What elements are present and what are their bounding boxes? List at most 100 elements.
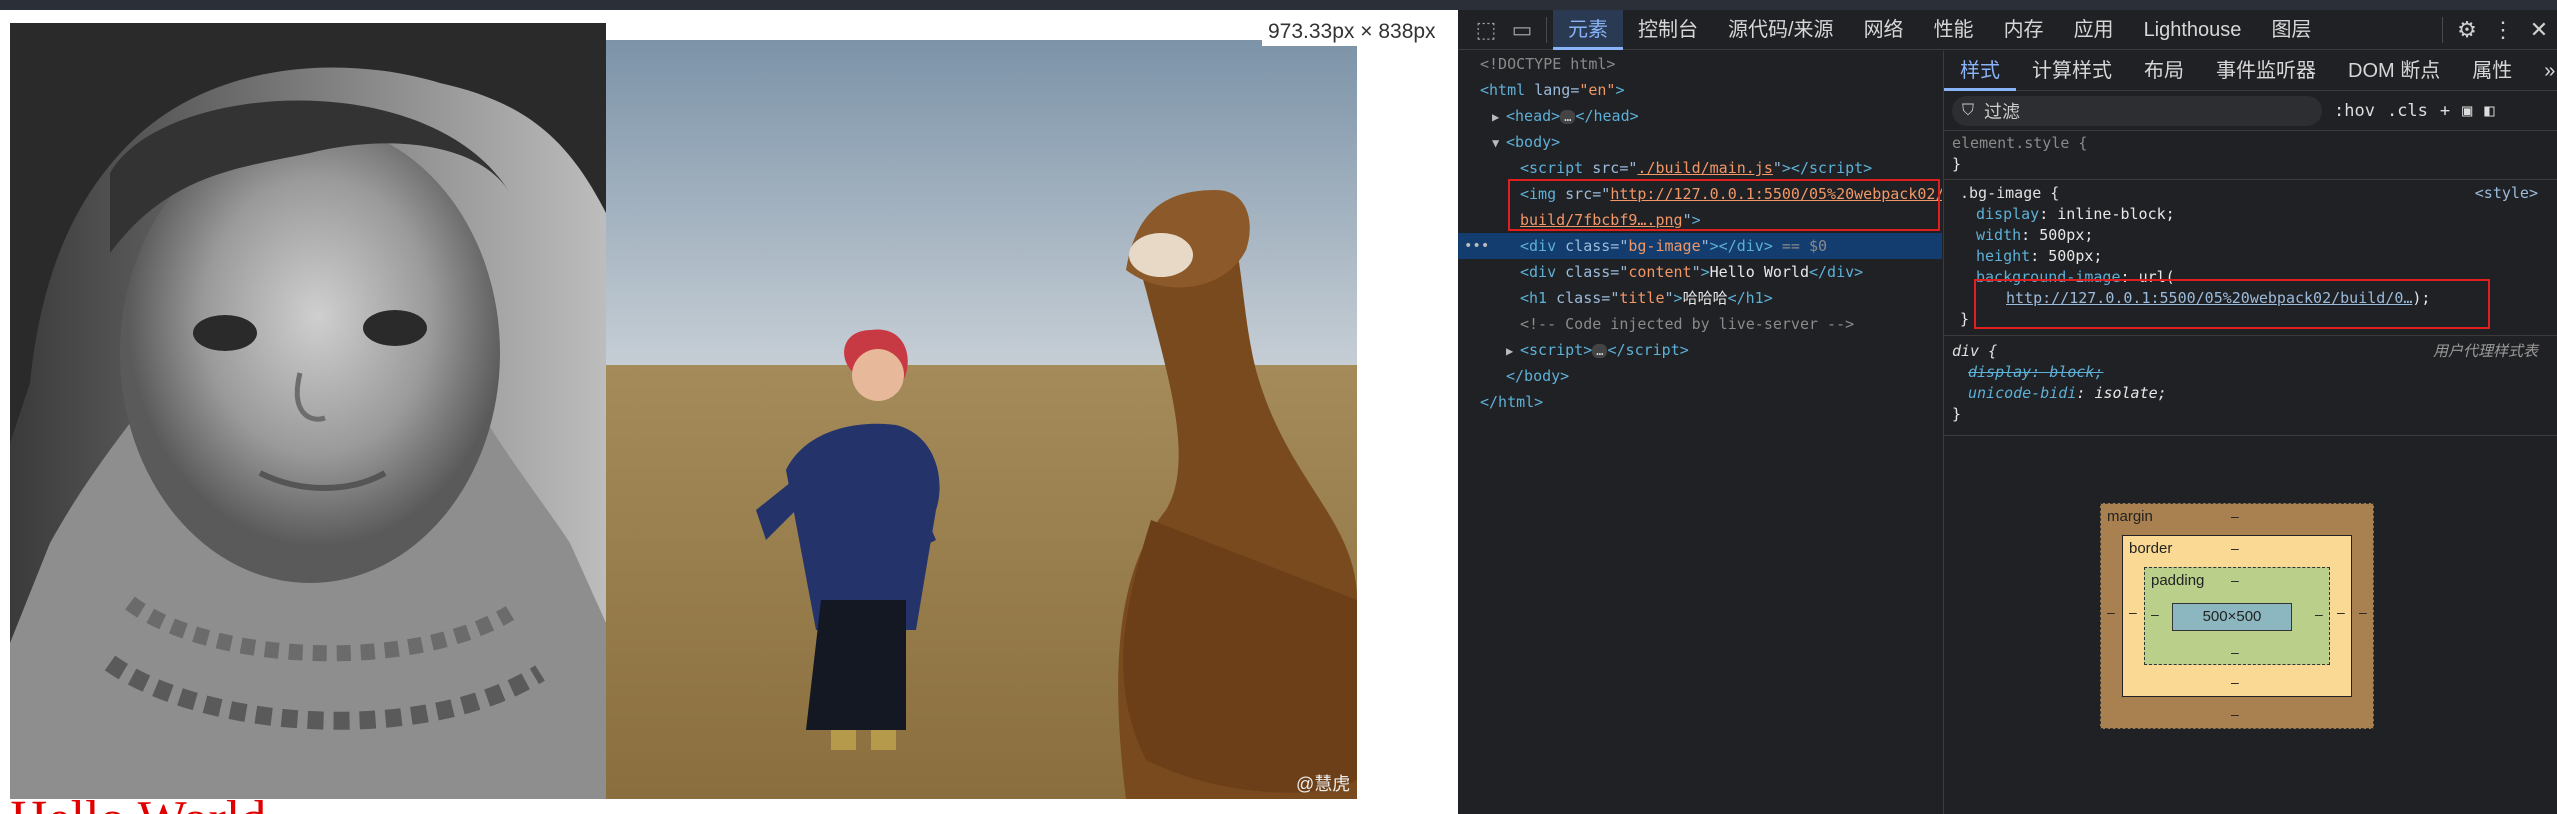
more-menu-icon[interactable]: ⋮	[2485, 10, 2521, 50]
margin-left-value[interactable]: –	[2107, 604, 2115, 620]
margin-bottom-value[interactable]: –	[2231, 706, 2239, 722]
prop-value[interactable]: inline-block;	[2057, 205, 2174, 223]
styles-filter-row: ⛉ 过滤 :hov .cls + ▣ ◧	[1944, 91, 2557, 131]
tab-lighthouse[interactable]: Lighthouse	[2129, 10, 2257, 50]
styles-subtabs: 样式 计算样式 布局 事件监听器 DOM 断点 属性 »	[1944, 51, 2557, 91]
paint-icon[interactable]: ▣	[2462, 101, 2472, 121]
style-source-link[interactable]: <style>	[2475, 183, 2538, 204]
prop-height[interactable]: height: 500px;	[1960, 246, 2557, 267]
hov-toggle[interactable]: :hov	[2334, 101, 2375, 121]
padding-bottom-value[interactable]: –	[2231, 644, 2239, 660]
html-lang-attr: lang	[1534, 81, 1571, 99]
margin-top-value[interactable]: –	[2231, 508, 2239, 524]
collapse-triangle-icon[interactable]: ▼	[1492, 130, 1506, 156]
expand-triangle-icon[interactable]: ▶	[1506, 338, 1520, 364]
dom-script-main[interactable]: <script src="./build/main.js"></script>	[1458, 155, 1942, 181]
row-actions-icon[interactable]: •••	[1464, 233, 1489, 259]
page-viewport: @慧虎 973.33px × 838px Hello World	[0, 10, 1458, 814]
more-tabs-icon[interactable]: »	[2528, 51, 2557, 91]
dom-div-content[interactable]: <div class="content">Hello World</div>	[1458, 259, 1942, 285]
collapsed-ellipsis-icon[interactable]: …	[1560, 109, 1576, 124]
border-top-value[interactable]: –	[2231, 540, 2239, 556]
body-tag-name: body	[1515, 133, 1552, 151]
padding-right-value[interactable]: –	[2315, 606, 2323, 622]
head-close-tag: head	[1593, 107, 1630, 125]
device-toolbar-icon[interactable]: ▭	[1504, 10, 1540, 50]
body-close-tag: </body>	[1506, 367, 1570, 385]
dom-head[interactable]: ▶ <head>… </head>	[1458, 103, 1942, 129]
camel-laughing-image: @慧虎	[606, 40, 1357, 799]
padding-top-value[interactable]: –	[2231, 572, 2239, 588]
dom-div-bg-image-selected[interactable]: ••• <div class="bg-image"></div> == $0	[1458, 233, 1942, 259]
prop-value: block;	[2049, 363, 2104, 381]
doctype-text: <!DOCTYPE html>	[1480, 55, 1616, 73]
dom-body-close[interactable]: </body>	[1458, 363, 1942, 389]
subtab-properties[interactable]: 属性	[2456, 51, 2528, 91]
tab-layers[interactable]: 图层	[2256, 10, 2326, 50]
padding-left-value[interactable]: –	[2151, 606, 2159, 622]
bg-image-class-value: bg-image	[1628, 237, 1701, 255]
tab-sources[interactable]: 源代码/来源	[1713, 10, 1849, 50]
subtab-event-listeners[interactable]: 事件监听器	[2200, 51, 2332, 91]
tab-network[interactable]: 网络	[1849, 10, 1919, 50]
prop-width[interactable]: width: 500px;	[1960, 225, 2557, 246]
prop-value[interactable]: 500px;	[2039, 226, 2093, 244]
dom-comment[interactable]: <!-- Code injected by live-server -->	[1458, 311, 1942, 337]
dom-h1-title[interactable]: <h1 class="title">哈哈哈</h1>	[1458, 285, 1942, 311]
tab-performance[interactable]: 性能	[1919, 10, 1989, 50]
tab-application[interactable]: 应用	[2059, 10, 2129, 50]
border-left-value[interactable]: –	[2129, 604, 2137, 620]
dom-html-open[interactable]: <html lang="en">	[1458, 77, 1942, 103]
gear-icon[interactable]: ⚙	[2449, 10, 2485, 50]
prop-name: unicode-bidi	[1968, 384, 2077, 402]
subtab-layout[interactable]: 布局	[2128, 51, 2200, 91]
prop-name: display	[1976, 205, 2040, 223]
prop-value: isolate;	[2094, 384, 2167, 402]
devtools-toolbar: ⬚ ▭ 元素 控制台 源代码/来源 网络 性能 内存 应用 Lighthouse…	[1458, 9, 2557, 50]
prop-name: width	[1976, 226, 2022, 244]
box-model-content[interactable]: 500×500	[2172, 603, 2292, 631]
dom-body-open[interactable]: ▼ <body>	[1458, 129, 1942, 155]
browser-top-strip	[0, 0, 2557, 10]
subtab-styles[interactable]: 样式	[1944, 51, 2016, 91]
bg-image-rule-close: }	[1960, 310, 1970, 328]
html-lang-value: "en"	[1579, 81, 1616, 99]
new-rule-icon[interactable]: +	[2440, 101, 2450, 121]
ua-div-rule[interactable]: div {用户代理样式表 display: block; unicode-bid…	[1944, 341, 2557, 425]
tab-elements[interactable]: 元素	[1553, 9, 1623, 50]
collapsed-ellipsis-icon[interactable]: …	[1592, 343, 1608, 358]
cls-toggle[interactable]: .cls	[2387, 101, 2428, 121]
border-label: border	[2129, 540, 2173, 557]
margin-right-value[interactable]: –	[2359, 604, 2367, 620]
close-icon[interactable]: ✕	[2521, 10, 2557, 50]
prop-display[interactable]: display: inline-block;	[1960, 204, 2557, 225]
title-class-value: title	[1619, 289, 1665, 307]
element-style-rule[interactable]: element.style { }	[1944, 133, 2557, 175]
tab-memory[interactable]: 内存	[1989, 10, 2059, 50]
styles-filter-input[interactable]: ⛉ 过滤	[1952, 95, 2322, 126]
image-watermark: @慧虎	[1296, 774, 1350, 794]
sidebar-toggle-icon[interactable]: ◧	[2484, 101, 2494, 121]
rule-divider	[1944, 435, 2557, 436]
border-right-value[interactable]: –	[2337, 604, 2345, 620]
prop-name: display	[1968, 363, 2032, 381]
inspect-element-icon[interactable]: ⬚	[1468, 10, 1504, 50]
dom-doctype[interactable]: <!DOCTYPE html>	[1458, 51, 1942, 77]
tab-console[interactable]: 控制台	[1623, 10, 1713, 50]
toolbar-divider-right	[2442, 17, 2443, 43]
dom-script-injected[interactable]: ▶ <script>… </script>	[1458, 337, 1942, 363]
script-src-link[interactable]: ./build/main.js	[1637, 159, 1772, 177]
html-tag-name: html	[1489, 81, 1526, 99]
script-close-tag: script	[1625, 341, 1680, 359]
rule-divider	[1944, 179, 2557, 180]
script-src-attr: src	[1592, 159, 1620, 177]
expand-triangle-icon[interactable]: ▶	[1492, 104, 1506, 130]
dom-html-close[interactable]: </html>	[1458, 389, 1942, 415]
element-style-selector: element.style {	[1952, 134, 2088, 152]
subtab-dom-breakpoints[interactable]: DOM 断点	[2332, 51, 2456, 91]
subtab-computed[interactable]: 计算样式	[2016, 51, 2128, 91]
border-bottom-value[interactable]: –	[2231, 674, 2239, 690]
prop-value[interactable]: 500px;	[2048, 247, 2102, 265]
img-highlight-box	[1508, 179, 1940, 231]
element-size-tooltip: 973.33px × 838px	[1262, 18, 1442, 46]
